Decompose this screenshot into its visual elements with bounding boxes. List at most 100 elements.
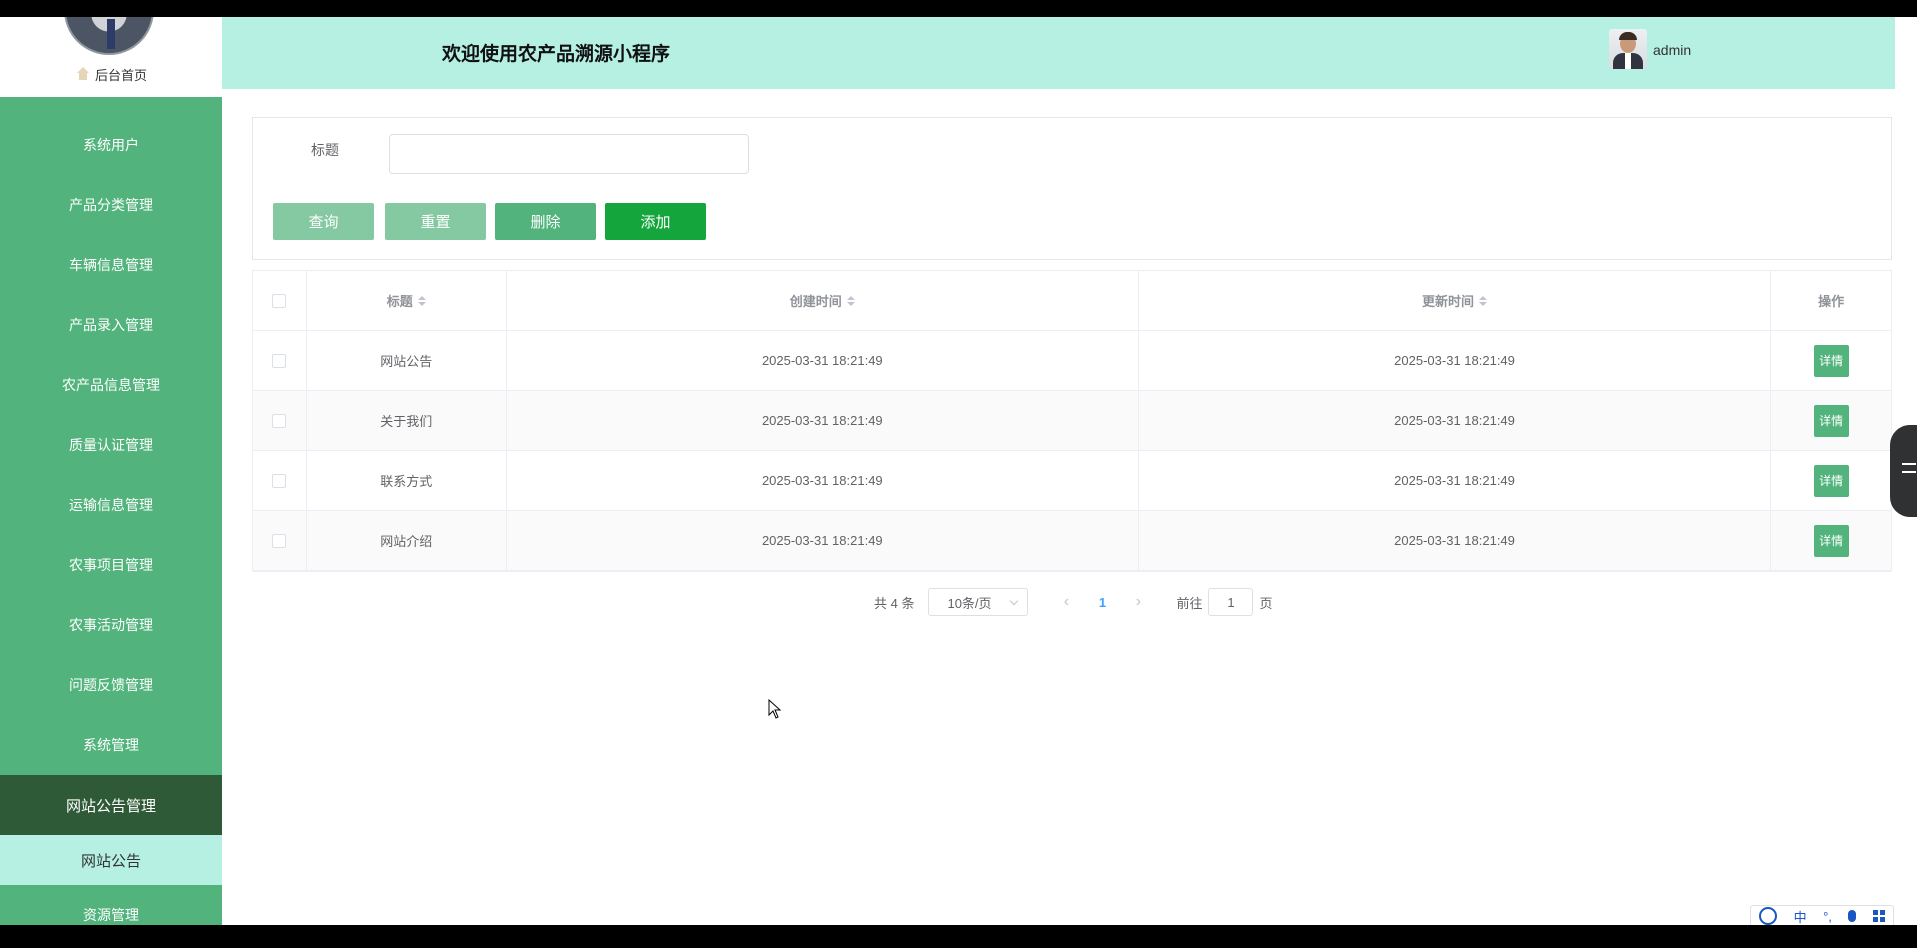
pagination: 共 4 条 10条/页 ‹ 1 › 前往 1 页	[874, 588, 1273, 616]
header-created[interactable]: 创建时间	[507, 271, 1139, 330]
sidebar-item-system-users[interactable]: 系统用户	[0, 115, 222, 175]
next-page-button[interactable]: ›	[1120, 593, 1156, 611]
cell-title: 关于我们	[307, 391, 507, 450]
user-avatar[interactable]	[1609, 29, 1647, 69]
detail-button[interactable]: 详情	[1813, 524, 1849, 557]
sidebar-item-label: 问题反馈管理	[69, 677, 153, 693]
table-row: 网站介绍 2025-03-31 18:21:49 2025-03-31 18:2…	[253, 511, 1891, 571]
goto-label: 前往	[1176, 595, 1203, 611]
row-checkbox-cell	[253, 331, 307, 390]
page-unit-label: 页	[1259, 595, 1273, 611]
page-size-select[interactable]: 10条/页	[928, 588, 1029, 616]
row-checkbox[interactable]	[272, 413, 287, 428]
sidebar-item-label: 农事项目管理	[69, 557, 153, 573]
sidebar-item-label: 质量认证管理	[69, 437, 153, 453]
row-checkbox[interactable]	[272, 473, 287, 488]
cell-created: 2025-03-31 18:21:49	[507, 511, 1139, 570]
cell-created: 2025-03-31 18:21:49	[507, 451, 1139, 510]
detail-button[interactable]: 详情	[1813, 464, 1849, 497]
select-all-checkbox[interactable]	[272, 293, 287, 308]
row-checkbox-cell	[253, 391, 307, 450]
sidebar-avatar	[64, 17, 154, 55]
cell-updated: 2025-03-31 18:21:49	[1139, 331, 1772, 390]
sidebar-item-agri-product-info[interactable]: 农产品信息管理	[0, 355, 222, 415]
sidebar-item-transport-info[interactable]: 运输信息管理	[0, 475, 222, 535]
add-button[interactable]: 添加	[605, 203, 706, 240]
cell-title: 网站介绍	[307, 511, 507, 570]
sort-icon[interactable]	[1479, 295, 1488, 306]
screen-top-border	[0, 0, 1917, 17]
mouse-cursor-icon	[768, 699, 782, 719]
query-button[interactable]: 查询	[273, 203, 374, 240]
sidebar-item-label: 农事活动管理	[69, 617, 153, 633]
header-title[interactable]: 标题	[307, 271, 507, 330]
sidebar-item-product-entry[interactable]: 产品录入管理	[0, 295, 222, 355]
punctuation-icon[interactable]: °,	[1823, 909, 1832, 924]
sort-icon[interactable]	[846, 295, 855, 306]
row-checkbox[interactable]	[272, 533, 287, 548]
row-checkbox-cell	[253, 451, 307, 510]
ime-mode[interactable]: 中	[1794, 907, 1807, 926]
screen-bottom-border	[0, 925, 1917, 948]
sidebar-item-label: 农产品信息管理	[62, 377, 160, 393]
cell-actions: 详情	[1771, 391, 1891, 450]
table-row: 联系方式 2025-03-31 18:21:49 2025-03-31 18:2…	[253, 451, 1891, 511]
sidebar-subitem-announcement[interactable]: 网站公告	[0, 835, 222, 885]
detail-button[interactable]: 详情	[1813, 404, 1849, 437]
home-label: 后台首页	[94, 67, 147, 83]
grid-icon[interactable]	[1872, 910, 1885, 922]
goto-page-input[interactable]: 1	[1208, 588, 1254, 616]
sort-icon[interactable]	[417, 295, 426, 306]
page-number[interactable]: 1	[1084, 595, 1120, 610]
header-actions: 操作	[1771, 271, 1891, 330]
reset-button[interactable]: 重置	[385, 203, 486, 240]
sidebar-item-feedback[interactable]: 问题反馈管理	[0, 655, 222, 715]
top-header: 欢迎使用农产品溯源小程序 admin	[222, 17, 1917, 89]
header-updated-label: 更新时间	[1422, 294, 1475, 309]
search-title-input[interactable]	[389, 134, 749, 174]
sidebar-menu: 系统用户 产品分类管理 车辆信息管理 产品录入管理 农产品信息管理 质量认证管理…	[0, 115, 222, 925]
sidebar-item-label: 网站公告管理	[65, 797, 156, 815]
header-actions-label: 操作	[1818, 294, 1845, 309]
sidebar-item-product-category[interactable]: 产品分类管理	[0, 175, 222, 235]
sidebar-item-farm-activity[interactable]: 农事活动管理	[0, 595, 222, 655]
app-window: 后台首页 系统用户 产品分类管理 车辆信息管理 产品录入管理 农产品信息管理 质…	[0, 17, 1917, 925]
sidebar-item-vehicle-info[interactable]: 车辆信息管理	[0, 235, 222, 295]
ime-toolbar[interactable]: 中 °,	[1750, 905, 1894, 925]
cell-title: 联系方式	[307, 451, 507, 510]
home-link[interactable]: 后台首页	[0, 62, 222, 86]
sidebar-item-quality-cert[interactable]: 质量认证管理	[0, 415, 222, 475]
delete-button[interactable]: 删除	[495, 203, 596, 240]
sidebar-item-label: 系统管理	[83, 737, 139, 753]
chevron-down-icon	[1010, 596, 1019, 605]
table-header-row: 标题 创建时间 更新时间 操作	[253, 271, 1891, 331]
floating-side-tab[interactable]	[1890, 425, 1917, 517]
cell-updated: 2025-03-31 18:21:49	[1139, 451, 1772, 510]
sidebar-item-label: 资源管理	[83, 907, 139, 923]
pagination-total: 共 4 条	[874, 595, 915, 611]
user-name[interactable]: admin	[1653, 42, 1691, 58]
ime-logo-icon[interactable]	[1759, 907, 1778, 925]
data-table: 标题 创建时间 更新时间 操作 网站公告 2025-03-31 18:21:49…	[252, 270, 1892, 572]
header-created-label: 创建时间	[789, 294, 842, 309]
sidebar-item-system-manage[interactable]: 系统管理	[0, 715, 222, 775]
microphone-icon[interactable]	[1848, 910, 1857, 922]
sidebar-item-resource-manage[interactable]: 资源管理	[0, 885, 222, 925]
cell-actions: 详情	[1771, 331, 1891, 390]
sidebar-item-label: 系统用户	[83, 137, 139, 153]
page-title: 欢迎使用农产品溯源小程序	[442, 44, 671, 65]
row-checkbox-cell	[253, 511, 307, 570]
prev-page-button[interactable]: ‹	[1048, 593, 1084, 611]
search-title-label: 标题	[311, 142, 339, 158]
header-updated[interactable]: 更新时间	[1139, 271, 1772, 330]
sidebar-item-farm-project[interactable]: 农事项目管理	[0, 535, 222, 595]
sidebar-item-announcement-manage[interactable]: 网站公告管理	[0, 775, 222, 835]
sidebar-subitem-label: 网站公告	[80, 852, 141, 870]
cell-updated: 2025-03-31 18:21:49	[1139, 391, 1772, 450]
cell-created: 2025-03-31 18:21:49	[507, 331, 1139, 390]
detail-button[interactable]: 详情	[1813, 344, 1849, 377]
menu-icon	[1902, 463, 1916, 473]
row-checkbox[interactable]	[272, 353, 287, 368]
home-icon	[75, 67, 89, 81]
sidebar-item-label: 产品分类管理	[69, 197, 153, 213]
